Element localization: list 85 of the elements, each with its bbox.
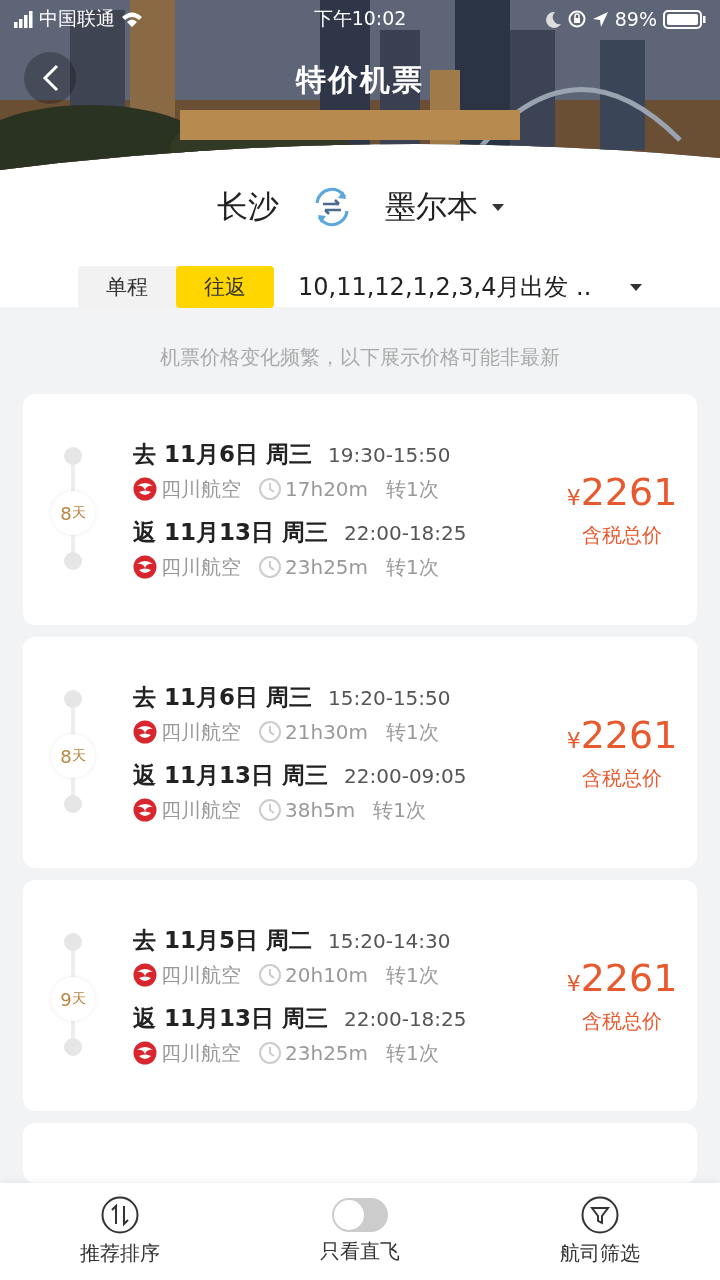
date-filter[interactable]: 10,11,12,1,2,3,4月出发 .. xyxy=(298,271,642,303)
airline-name: 四川航空 xyxy=(161,961,241,989)
wifi-icon xyxy=(121,10,143,28)
sort-icon xyxy=(101,1196,139,1234)
ticket-price: ¥2261 xyxy=(566,956,678,1000)
leg-date: 返 11月13日 周三 xyxy=(133,760,329,790)
ticket-price: ¥2261 xyxy=(566,470,678,514)
toggle-switch[interactable] xyxy=(332,1198,388,1232)
battery-icon xyxy=(663,9,706,29)
airline-name: 四川航空 xyxy=(161,1039,241,1067)
departure-city[interactable]: 长沙 xyxy=(216,186,279,228)
ticket-price: ¥2261 xyxy=(566,713,678,757)
bottom-bar-button[interactable]: 航司筛选 xyxy=(480,1183,720,1280)
clock-icon xyxy=(259,1042,281,1064)
leg-times: 15:20-15:50 xyxy=(328,685,451,710)
flight-duration: 23h25m xyxy=(285,555,369,579)
price-note: 含税总价 xyxy=(582,522,662,549)
trip-days: 8天 xyxy=(51,734,95,778)
leg-date: 去 11月5日 周二 xyxy=(133,925,313,955)
status-time: 下午10:02 xyxy=(313,6,407,31)
airline-logo-icon xyxy=(133,963,157,987)
clock-icon xyxy=(259,478,281,500)
caret-icon xyxy=(491,203,504,211)
flight-duration: 17h20m xyxy=(285,477,369,501)
timeline-dot xyxy=(64,933,82,951)
stop-count: 转1次 xyxy=(386,553,439,581)
stop-count: 转1次 xyxy=(386,475,439,503)
leg-times: 15:20-14:30 xyxy=(328,928,451,953)
clock-icon xyxy=(259,964,281,986)
leg-times: 19:30-15:50 xyxy=(328,442,451,467)
airline-name: 四川航空 xyxy=(161,796,241,824)
trip-days: 8天 xyxy=(51,491,95,535)
flight-duration: 21h30m xyxy=(285,720,369,744)
timeline-dot xyxy=(64,1038,82,1056)
airline-logo-icon xyxy=(133,1041,157,1065)
airline-name: 四川航空 xyxy=(161,475,241,503)
clock-icon xyxy=(259,721,281,743)
moon-icon xyxy=(543,10,562,28)
airline-logo-icon xyxy=(133,555,157,579)
trip-days: 9天 xyxy=(51,977,95,1021)
flight-card[interactable]: 9天 去 11月5日 周二 15:20-14:30 四川航空 20h10m 转1次 返 11月13日 周三 22:00-18:25 四川航空 23h25m 转1次 ¥2261 含税总价 xyxy=(23,880,697,1111)
price-note: 含税总价 xyxy=(582,765,662,792)
airline-name: 四川航空 xyxy=(161,553,241,581)
airline-logo-icon xyxy=(133,477,157,501)
rotation-lock-icon xyxy=(567,10,586,28)
trip-type-tab[interactable]: 往返 xyxy=(176,266,274,308)
airline-logo-icon xyxy=(133,798,157,822)
signal-icon xyxy=(14,10,33,28)
airline-name: 四川航空 xyxy=(161,718,241,746)
trip-type-tab[interactable]: 单程 xyxy=(78,266,176,308)
timeline-dot xyxy=(64,447,82,465)
timeline-dot xyxy=(64,690,82,708)
notice-text: 机票价格变化频繁，以下展示价格可能非最新 xyxy=(159,344,561,371)
stop-count: 转1次 xyxy=(386,718,439,746)
timeline-dot xyxy=(64,795,82,813)
leg-date: 返 11月13日 周三 xyxy=(133,517,329,547)
clock-icon xyxy=(259,799,281,821)
back-button[interactable] xyxy=(24,52,76,104)
flight-duration: 23h25m xyxy=(285,1041,369,1065)
bottom-bar-button[interactable]: 推荐排序 xyxy=(0,1183,240,1280)
timeline-dot xyxy=(64,552,82,570)
battery-percent: 89% xyxy=(614,8,657,30)
leg-date: 去 11月6日 周三 xyxy=(133,682,313,712)
bottom-bar-button[interactable]: 只看直飞 xyxy=(240,1183,480,1280)
flight-duration: 38h5m xyxy=(285,798,356,822)
filter-icon xyxy=(581,1196,619,1234)
caret-icon xyxy=(630,283,642,291)
flight-card[interactable]: 8天 去 11月6日 周三 19:30-15:50 四川航空 17h20m 转1次 返 11月13日 周三 22:00-18:25 四川航空 23h25m 转1次 ¥2261 含税总价 xyxy=(23,394,697,625)
stop-count: 转1次 xyxy=(386,1039,439,1067)
location-icon xyxy=(591,10,609,28)
price-note: 含税总价 xyxy=(582,1008,662,1035)
leg-times: 22:00-18:25 xyxy=(344,520,467,545)
destination-selector[interactable]: 墨尔本 xyxy=(384,186,504,228)
page-title: 特价机票 xyxy=(296,60,424,99)
leg-date: 去 11月6日 周三 xyxy=(133,439,313,469)
leg-date: 返 11月13日 周三 xyxy=(133,1003,329,1033)
clock-icon xyxy=(259,556,281,578)
leg-times: 22:00-09:05 xyxy=(344,763,467,788)
stop-count: 转1次 xyxy=(373,796,427,824)
leg-times: 22:00-18:25 xyxy=(344,1006,467,1031)
airline-logo-icon xyxy=(133,720,157,744)
stop-count: 转1次 xyxy=(386,961,439,989)
flight-card[interactable]: 8天 去 11月6日 周三 15:20-15:50 四川航空 21h30m 转1次 返 11月13日 周三 22:00-09:05 四川航空 38h5m 转1次 ¥2261 含税总价 xyxy=(23,637,697,868)
carrier-name: 中国联通 xyxy=(39,6,115,31)
flight-duration: 20h10m xyxy=(285,963,369,987)
